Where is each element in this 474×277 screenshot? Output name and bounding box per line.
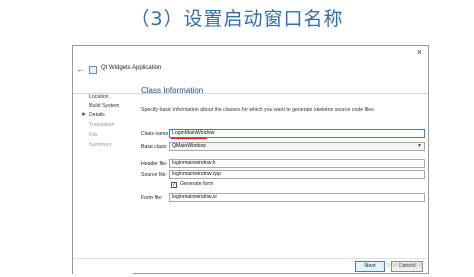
generate-form-checkbox[interactable]: ✓: [171, 182, 177, 188]
step-location: Location: [89, 94, 109, 100]
header-file-value: loginmainwindow.h: [172, 160, 216, 166]
base-class-value: QMainWindow: [172, 143, 206, 149]
page-title: Class Information: [141, 86, 204, 95]
step-summary: Summary: [89, 142, 112, 148]
chevron-down-icon: ▼: [417, 143, 422, 149]
source-file-input[interactable]: loginmainwindow.cpp: [169, 170, 425, 179]
page-description: Specify basic information about the clas…: [141, 107, 376, 113]
slide-title: （3）设置启动窗口名称: [130, 8, 344, 30]
form-file-input[interactable]: loginmainwindow.ui: [169, 193, 425, 202]
qt-app-icon: [89, 66, 97, 74]
class-name-label: Class name:: [141, 131, 170, 137]
wizard-header: ← Qt Widgets Application ×: [73, 46, 428, 94]
class-name-highlight: [171, 138, 207, 139]
footer-divider: [73, 258, 428, 259]
back-arrow-icon[interactable]: ←: [76, 64, 85, 74]
form-file-label: Form file:: [141, 195, 163, 201]
source-file-value: loginmainwindow.cpp: [172, 171, 222, 177]
generate-form-label: Generate form: [180, 181, 214, 187]
step-details: Details: [89, 112, 105, 118]
watermark: CSDN @文艾天晴: [383, 263, 424, 269]
next-button[interactable]: Next: [355, 261, 385, 272]
form-file-value: loginmainwindow.ui: [172, 194, 217, 200]
current-step-arrow-icon: ➤: [81, 112, 87, 118]
base-class-label: Base class:: [141, 144, 168, 150]
close-icon[interactable]: ×: [417, 48, 422, 57]
step-translation: Translation: [89, 122, 115, 128]
window-title: Qt Widgets Application: [101, 65, 162, 71]
wizard-steps-sidebar: Location Build System ➤ Details Translat…: [73, 94, 133, 274]
wizard-dialog: ← Qt Widgets Application × Location Buil…: [72, 45, 429, 274]
step-build-system: Build System: [89, 103, 120, 109]
header-file-label: Header file:: [141, 161, 168, 167]
step-kits: Kits: [89, 132, 98, 138]
source-file-label: Source file:: [141, 172, 167, 178]
header-file-input[interactable]: loginmainwindow.h: [169, 159, 425, 168]
base-class-select[interactable]: QMainWindow ▼: [169, 142, 425, 151]
class-name-input[interactable]: LoginMainWindow: [169, 129, 425, 138]
class-name-value: LoginMainWindow: [172, 130, 215, 136]
